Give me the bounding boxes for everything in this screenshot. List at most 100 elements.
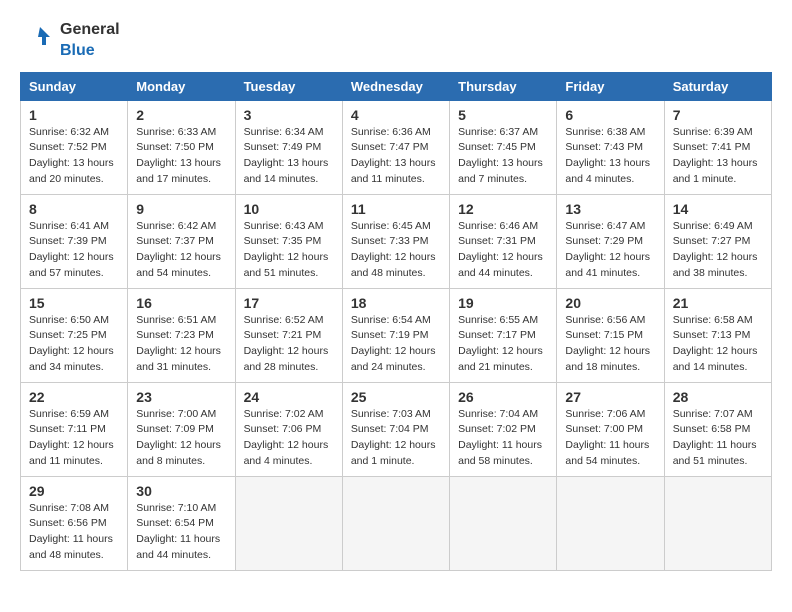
day-detail: Sunrise: 6:43 AMSunset: 7:35 PMDaylight:… — [244, 219, 334, 282]
calendar-day-cell: 14 Sunrise: 6:49 AMSunset: 7:27 PMDayligh… — [664, 194, 771, 288]
day-detail: Sunrise: 6:47 AMSunset: 7:29 PMDaylight:… — [565, 219, 655, 282]
calendar-day-cell: 20 Sunrise: 6:56 AMSunset: 7:15 PMDayligh… — [557, 288, 664, 382]
calendar-day-cell: 17 Sunrise: 6:52 AMSunset: 7:21 PMDayligh… — [235, 288, 342, 382]
day-number: 19 — [458, 295, 548, 311]
calendar-day-cell: 27Sunrise: 7:06 AMSunset: 7:00 PMDayligh… — [557, 382, 664, 476]
day-number: 1 — [29, 107, 119, 123]
calendar-day-cell: 3 Sunrise: 6:34 AMSunset: 7:49 PMDaylight… — [235, 100, 342, 194]
calendar-day-cell: 11 Sunrise: 6:45 AMSunset: 7:33 PMDayligh… — [342, 194, 449, 288]
calendar-day-cell — [557, 476, 664, 570]
day-detail: Sunrise: 6:38 AMSunset: 7:43 PMDaylight:… — [565, 125, 655, 188]
day-detail: Sunrise: 7:02 AMSunset: 7:06 PMDaylight:… — [244, 407, 334, 470]
calendar-table: SundayMondayTuesdayWednesdayThursdayFrid… — [20, 72, 772, 571]
calendar-day-cell: 18Sunrise: 6:54 AMSunset: 7:19 PMDayligh… — [342, 288, 449, 382]
weekday-header-friday: Friday — [557, 72, 664, 100]
day-number: 26 — [458, 389, 548, 405]
day-number: 18 — [351, 295, 441, 311]
calendar-day-cell — [342, 476, 449, 570]
day-detail: Sunrise: 7:03 AMSunset: 7:04 PMDaylight:… — [351, 407, 441, 470]
day-detail: Sunrise: 7:10 AMSunset: 6:54 PMDaylight:… — [136, 501, 226, 564]
calendar-day-cell: 5 Sunrise: 6:37 AMSunset: 7:45 PMDaylight… — [450, 100, 557, 194]
day-detail: Sunrise: 6:52 AMSunset: 7:21 PMDaylight:… — [244, 313, 334, 376]
calendar-day-cell: 8 Sunrise: 6:41 AMSunset: 7:39 PMDaylight… — [21, 194, 128, 288]
day-detail: Sunrise: 6:39 AMSunset: 7:41 PMDaylight:… — [673, 125, 763, 188]
day-number: 16 — [136, 295, 226, 311]
calendar-day-cell: 6Sunrise: 6:38 AMSunset: 7:43 PMDaylight… — [557, 100, 664, 194]
calendar-day-cell: 24 Sunrise: 7:02 AMSunset: 7:06 PMDayligh… — [235, 382, 342, 476]
calendar-day-cell: 19 Sunrise: 6:55 AMSunset: 7:17 PMDayligh… — [450, 288, 557, 382]
day-number: 10 — [244, 201, 334, 217]
logo-general: General — [60, 20, 120, 41]
day-number: 2 — [136, 107, 226, 123]
day-detail: Sunrise: 7:00 AMSunset: 7:09 PMDaylight:… — [136, 407, 226, 470]
day-number: 11 — [351, 201, 441, 217]
day-detail: Sunrise: 6:46 AMSunset: 7:31 PMDaylight:… — [458, 219, 548, 282]
calendar-day-cell: 25 Sunrise: 7:03 AMSunset: 7:04 PMDayligh… — [342, 382, 449, 476]
day-detail: Sunrise: 6:37 AMSunset: 7:45 PMDaylight:… — [458, 125, 548, 188]
day-number: 4 — [351, 107, 441, 123]
weekday-header-tuesday: Tuesday — [235, 72, 342, 100]
calendar-day-cell: 29Sunrise: 7:08 AMSunset: 6:56 PMDayligh… — [21, 476, 128, 570]
calendar-week-row: 15Sunrise: 6:50 AMSunset: 7:25 PMDayligh… — [21, 288, 772, 382]
logo-bird-icon — [20, 23, 56, 59]
logo-blue: Blue — [60, 41, 120, 62]
day-detail: Sunrise: 6:50 AMSunset: 7:25 PMDaylight:… — [29, 313, 119, 376]
calendar-day-cell — [235, 476, 342, 570]
day-detail: Sunrise: 6:56 AMSunset: 7:15 PMDaylight:… — [565, 313, 655, 376]
day-number: 24 — [244, 389, 334, 405]
calendar-week-row: 22 Sunrise: 6:59 AMSunset: 7:11 PMDayligh… — [21, 382, 772, 476]
day-number: 13 — [565, 201, 655, 217]
weekday-header-monday: Monday — [128, 72, 235, 100]
day-number: 9 — [136, 201, 226, 217]
calendar-day-cell: 2Sunrise: 6:33 AMSunset: 7:50 PMDaylight… — [128, 100, 235, 194]
calendar-week-row: 8 Sunrise: 6:41 AMSunset: 7:39 PMDaylight… — [21, 194, 772, 288]
day-number: 20 — [565, 295, 655, 311]
day-number: 21 — [673, 295, 763, 311]
calendar-day-cell: 30 Sunrise: 7:10 AMSunset: 6:54 PMDayligh… — [128, 476, 235, 570]
weekday-header-wednesday: Wednesday — [342, 72, 449, 100]
weekday-header-thursday: Thursday — [450, 72, 557, 100]
day-number: 5 — [458, 107, 548, 123]
calendar-day-cell: 4Sunrise: 6:36 AMSunset: 7:47 PMDaylight… — [342, 100, 449, 194]
day-number: 22 — [29, 389, 119, 405]
day-detail: Sunrise: 6:32 AMSunset: 7:52 PMDaylight:… — [29, 125, 119, 188]
calendar-day-cell — [664, 476, 771, 570]
day-number: 14 — [673, 201, 763, 217]
day-detail: Sunrise: 7:06 AMSunset: 7:00 PMDaylight:… — [565, 407, 655, 470]
day-number: 12 — [458, 201, 548, 217]
calendar-day-cell: 21Sunrise: 6:58 AMSunset: 7:13 PMDayligh… — [664, 288, 771, 382]
day-detail: Sunrise: 7:08 AMSunset: 6:56 PMDaylight:… — [29, 501, 119, 564]
day-detail: Sunrise: 7:07 AMSunset: 6:58 PMDaylight:… — [673, 407, 763, 470]
calendar-day-cell: 9 Sunrise: 6:42 AMSunset: 7:37 PMDaylight… — [128, 194, 235, 288]
logo-container: General Blue — [20, 20, 120, 62]
page-header: General Blue — [20, 20, 772, 62]
day-number: 25 — [351, 389, 441, 405]
day-number: 3 — [244, 107, 334, 123]
calendar-day-cell: 12 Sunrise: 6:46 AMSunset: 7:31 PMDayligh… — [450, 194, 557, 288]
calendar-day-cell: 26 Sunrise: 7:04 AMSunset: 7:02 PMDayligh… — [450, 382, 557, 476]
day-detail: Sunrise: 7:04 AMSunset: 7:02 PMDaylight:… — [458, 407, 548, 470]
calendar-day-cell: 16Sunrise: 6:51 AMSunset: 7:23 PMDayligh… — [128, 288, 235, 382]
logo: General Blue — [20, 20, 120, 62]
day-number: 28 — [673, 389, 763, 405]
day-number: 7 — [673, 107, 763, 123]
day-number: 17 — [244, 295, 334, 311]
day-detail: Sunrise: 6:41 AMSunset: 7:39 PMDaylight:… — [29, 219, 119, 282]
day-number: 23 — [136, 389, 226, 405]
calendar-day-cell: 23 Sunrise: 7:00 AMSunset: 7:09 PMDayligh… — [128, 382, 235, 476]
calendar-day-cell: 15Sunrise: 6:50 AMSunset: 7:25 PMDayligh… — [21, 288, 128, 382]
day-number: 30 — [136, 483, 226, 499]
day-detail: Sunrise: 6:55 AMSunset: 7:17 PMDaylight:… — [458, 313, 548, 376]
calendar-day-cell: 22 Sunrise: 6:59 AMSunset: 7:11 PMDayligh… — [21, 382, 128, 476]
weekday-header-sunday: Sunday — [21, 72, 128, 100]
calendar-day-cell: 7 Sunrise: 6:39 AMSunset: 7:41 PMDaylight… — [664, 100, 771, 194]
day-detail: Sunrise: 6:34 AMSunset: 7:49 PMDaylight:… — [244, 125, 334, 188]
day-detail: Sunrise: 6:49 AMSunset: 7:27 PMDaylight:… — [673, 219, 763, 282]
day-number: 8 — [29, 201, 119, 217]
calendar-day-cell — [450, 476, 557, 570]
day-detail: Sunrise: 6:59 AMSunset: 7:11 PMDaylight:… — [29, 407, 119, 470]
weekday-header-saturday: Saturday — [664, 72, 771, 100]
day-detail: Sunrise: 6:42 AMSunset: 7:37 PMDaylight:… — [136, 219, 226, 282]
calendar-week-row: 1 Sunrise: 6:32 AMSunset: 7:52 PMDaylight… — [21, 100, 772, 194]
day-detail: Sunrise: 6:45 AMSunset: 7:33 PMDaylight:… — [351, 219, 441, 282]
